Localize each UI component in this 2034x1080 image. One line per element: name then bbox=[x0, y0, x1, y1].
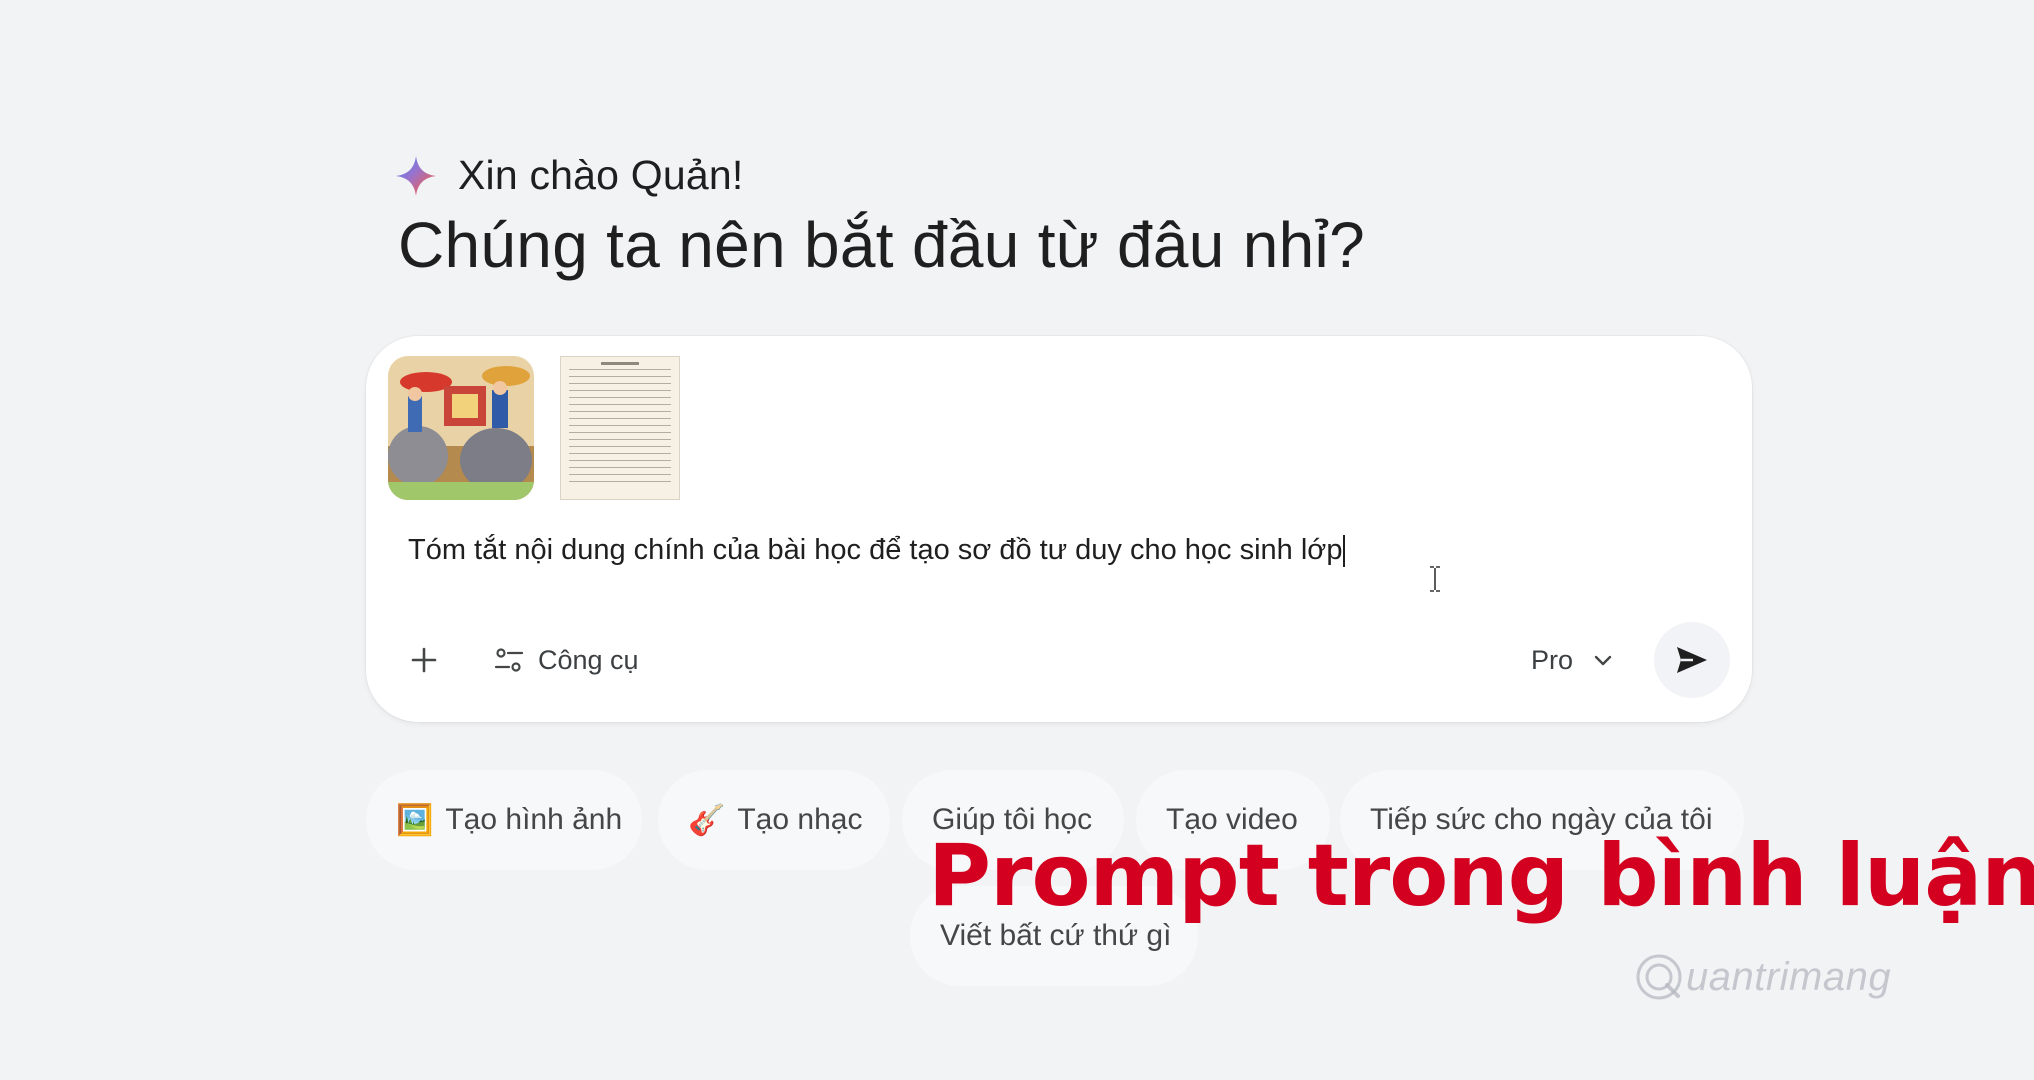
model-selector[interactable]: Pro bbox=[1531, 636, 1613, 684]
attachments bbox=[388, 356, 680, 500]
document-title-line bbox=[601, 362, 639, 365]
send-button[interactable] bbox=[1654, 622, 1730, 698]
greeting: Xin chào Quản! bbox=[394, 152, 743, 199]
watermark-text: uantrimang bbox=[1686, 954, 1892, 999]
prompt-composer[interactable]: Tóm tắt nội dung chính của bài học để tạ… bbox=[366, 336, 1752, 722]
text-caret bbox=[1343, 534, 1346, 567]
chevron-down-icon bbox=[1594, 655, 1612, 666]
plus-icon bbox=[411, 647, 437, 673]
chip-label: Tạo nhạc bbox=[737, 803, 863, 836]
gemini-home: Xin chào Quản! Chúng ta nên bắt đầu từ đ… bbox=[0, 0, 2034, 1080]
gemini-spark-icon bbox=[396, 155, 436, 196]
chip-create-music[interactable]: 🎸 Tạo nhạc bbox=[658, 770, 890, 870]
watermark-logo-icon bbox=[1636, 954, 1682, 1000]
prompt-input-value: Tóm tắt nội dung chính của bài học để tạ… bbox=[408, 534, 1343, 566]
prompt-input[interactable]: Tóm tắt nội dung chính của bài học để tạ… bbox=[408, 534, 1346, 567]
chip-create-image[interactable]: 🖼️ Tạo hình ảnh bbox=[366, 770, 642, 870]
tools-label: Công cụ bbox=[538, 644, 639, 675]
illustration-thumbnail-icon bbox=[388, 356, 534, 500]
attachment-image-thumbnail[interactable] bbox=[388, 356, 534, 500]
greeting-text: Xin chào Quản! bbox=[458, 152, 744, 198]
chip-label: Tạo hình ảnh bbox=[445, 803, 623, 836]
attachment-document-thumbnail[interactable] bbox=[560, 356, 680, 500]
watermark: uantrimang bbox=[1634, 952, 1891, 1002]
guitar-icon: 🎸 bbox=[688, 803, 726, 837]
composer-toolbar: Công cụ Pro bbox=[366, 602, 1752, 722]
model-label: Pro bbox=[1531, 644, 1574, 675]
add-file-button[interactable] bbox=[402, 638, 446, 682]
tune-icon bbox=[494, 648, 524, 672]
document-page-thumbnail-icon bbox=[569, 369, 671, 487]
send-icon bbox=[1677, 647, 1707, 673]
page-title: Chúng ta nên bắt đầu từ đâu nhỉ? bbox=[398, 209, 1365, 281]
picture-icon: 🖼️ bbox=[396, 803, 434, 837]
ibeam-cursor-icon bbox=[1430, 566, 1440, 592]
overlay-caption: Prompt trong bình luận bbox=[928, 826, 2034, 926]
tools-button[interactable]: Công cụ bbox=[494, 636, 639, 684]
